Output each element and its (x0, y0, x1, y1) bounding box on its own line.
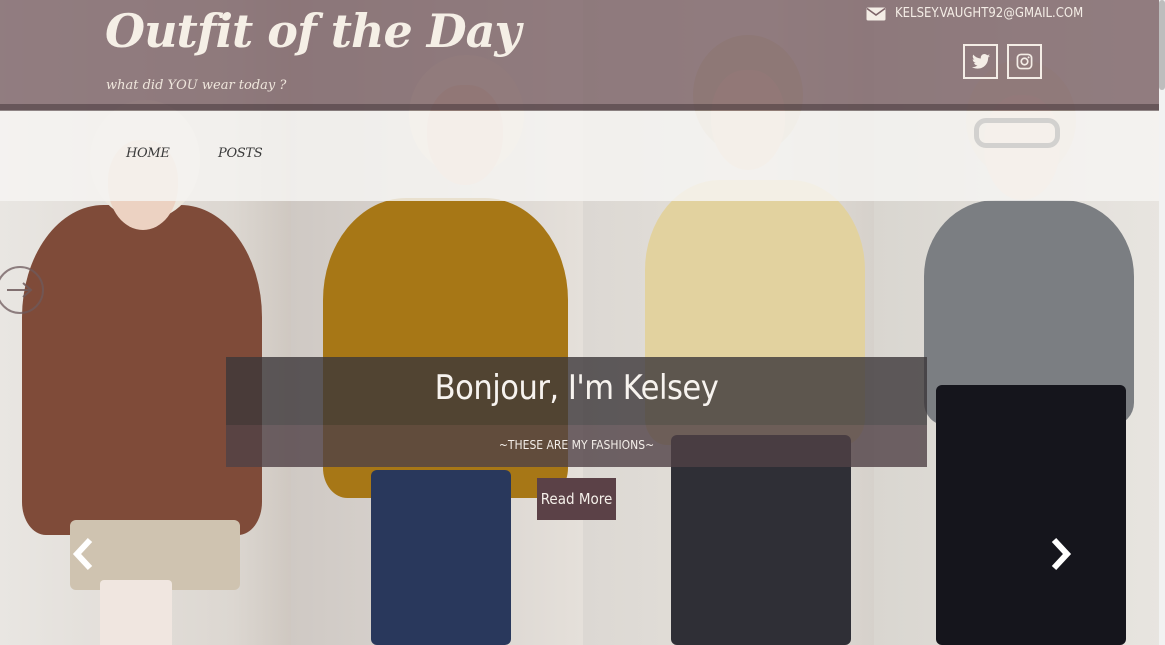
read-more-button[interactable]: Read More (537, 478, 616, 520)
instagram-icon (1016, 53, 1033, 70)
circle-arrow-right-icon (7, 282, 33, 298)
email-address[interactable]: kelsey.vaught92@gmail.com (895, 6, 1083, 21)
chevron-left-icon (72, 537, 93, 571)
chevron-right-icon (1051, 537, 1072, 571)
page-scrollbar[interactable] (1159, 0, 1165, 645)
site-title[interactable]: Outfit of the Day (105, 4, 521, 58)
carousel-next-button[interactable] (1042, 534, 1078, 574)
nav-item-posts[interactable]: Posts (218, 146, 263, 161)
hero-subtitle: ~these are my fashions~ (498, 438, 655, 452)
hero-title: Bonjour, I'm Kelsey (434, 368, 719, 408)
instagram-link[interactable] (1007, 44, 1042, 79)
mail-icon (866, 7, 886, 20)
scrollbar-thumb[interactable] (1159, 0, 1165, 90)
twitter-link[interactable] (963, 44, 998, 79)
carousel-prev-button[interactable] (66, 534, 102, 574)
twitter-icon (971, 54, 990, 69)
header-divider (0, 104, 1165, 111)
site-tagline: what did YOU wear today ? (106, 78, 287, 93)
nav-item-home[interactable]: Home (126, 146, 170, 161)
main-nav (0, 111, 1165, 201)
contact-email[interactable]: kelsey.vaught92@gmail.com (866, 6, 1083, 21)
